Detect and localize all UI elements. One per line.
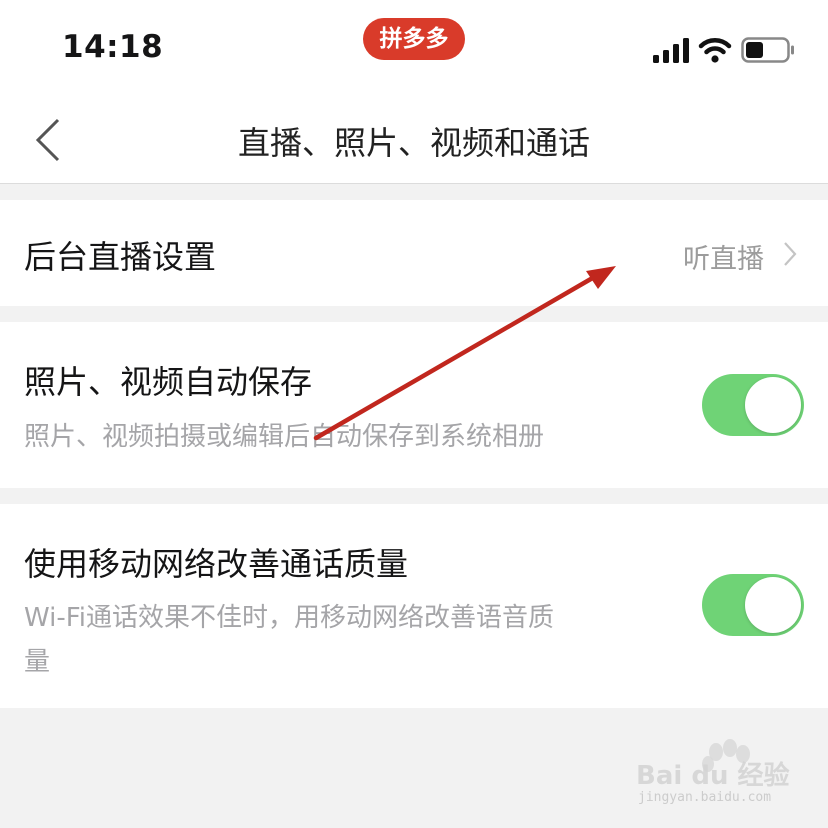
battery-icon [741,37,794,63]
watermark-logo-text: Bai du 经验 [636,761,790,791]
setting-row-autosave: 照片、视频自动保存 照片、视频拍摄或编辑后自动保存到系统相册 [0,322,828,488]
setting-title: 后台直播设置 [24,238,217,276]
setting-title: 照片、视频自动保存 [24,363,313,401]
setting-description-line-1: Wi-Fi通话效果不佳时，用移动网络改善语音质 [24,603,555,633]
setting-title: 使用移动网络改善通话质量 [24,545,409,583]
toggle-knob [745,377,801,433]
setting-value: 听直播 [683,244,764,275]
page-title: 直播、照片、视频和通话 [237,124,590,162]
status-time: 14:18 [62,29,164,65]
mobile-call-toggle[interactable] [702,574,804,636]
watermark-url: jingyan.baidu.com [638,790,772,805]
setting-description-line-2: 量 [24,647,51,677]
navigation-bar: 直播、照片、视频和通话 [0,96,828,184]
cellular-signal-icon [653,38,689,63]
wifi-icon [698,38,732,63]
toggle-knob [745,577,801,633]
chevron-right-icon [784,242,797,266]
autosave-toggle[interactable] [702,374,804,436]
status-bar: 14:18 拼多多 [0,0,828,96]
setting-row-mobile-call-quality: 使用移动网络改善通话质量 Wi-Fi通话效果不佳时，用移动网络改善语音质 量 [0,504,828,708]
app-indicator-pill[interactable]: 拼多多 [363,18,465,60]
setting-row-background-live[interactable]: 后台直播设置 听直播 [0,200,828,306]
setting-description: 照片、视频拍摄或编辑后自动保存到系统相册 [24,422,545,452]
